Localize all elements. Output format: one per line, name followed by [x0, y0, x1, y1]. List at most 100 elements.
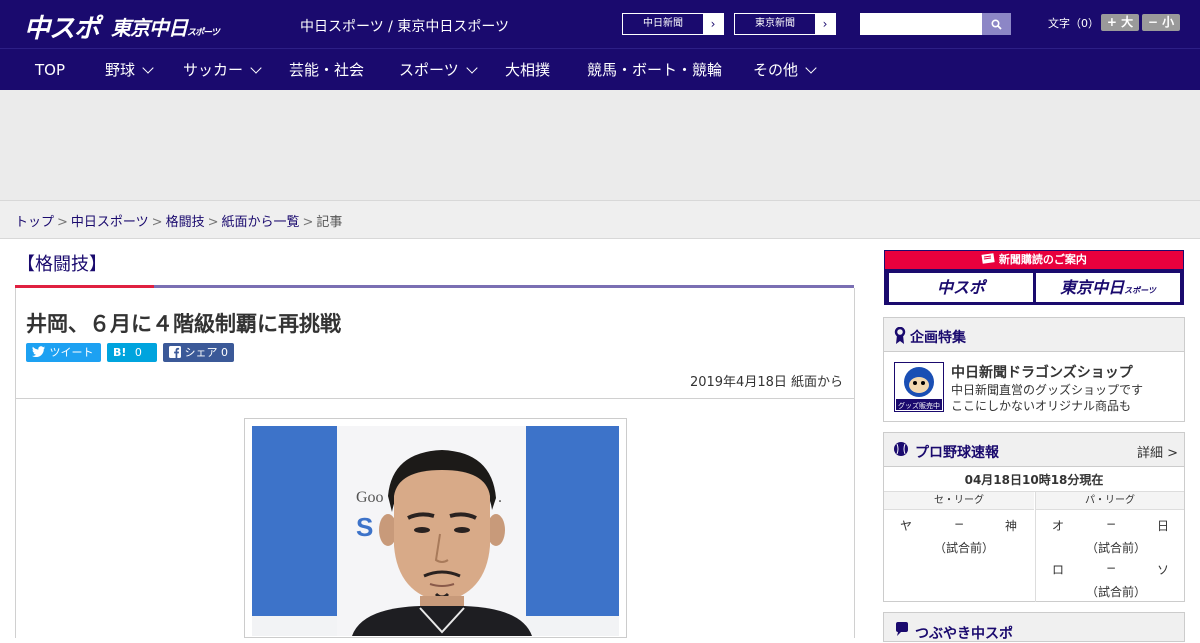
- central-game-score: −: [954, 517, 965, 531]
- dragons-shop-thumbnail[interactable]: グッズ販売中: [894, 362, 944, 412]
- nav-label: 大相撲: [505, 61, 551, 79]
- dragons-shop-desc-line1: 中日新聞直営のグッズショップです: [951, 383, 1144, 397]
- nav-item-entertainment[interactable]: 芸能・社会: [289, 49, 364, 91]
- pacific-game-2-away: ソ: [1157, 563, 1170, 577]
- nav-label: その他: [753, 61, 799, 79]
- tweet-button[interactable]: ツイート: [26, 343, 101, 362]
- facebook-share-label: シェア: [184, 346, 218, 359]
- baseball-scores-panel: プロ野球速報 詳細 > 04月18日10時18分現在 セ・リーグ パ・リーグ ヤ…: [883, 432, 1185, 602]
- breadcrumb-separator: >: [302, 215, 314, 230]
- search-input[interactable]: [860, 13, 982, 35]
- article-photo: Goo S .: [252, 426, 619, 636]
- dragons-shop-desc-line2: ここにしかないオリジナル商品も: [951, 399, 1132, 413]
- baseball-detail-link[interactable]: 詳細 >: [1137, 442, 1178, 461]
- pacific-game-1-status[interactable]: （試合前）: [1086, 539, 1146, 556]
- pacific-league-header: パ・リーグ: [1036, 492, 1184, 510]
- search-button[interactable]: [982, 13, 1011, 35]
- hatena-bookmark-button[interactable]: B! 0: [107, 343, 157, 362]
- subscribe-tokyo-main: 東京中日: [1060, 278, 1125, 297]
- twitter-bird-icon: [32, 346, 45, 358]
- league-divider: [1035, 492, 1036, 602]
- breadcrumb-bar: トップ > 中日スポーツ > 格闘技 > 紙面から一覧 > 記事: [0, 200, 1200, 239]
- breadcrumb-current: 記事: [316, 215, 343, 230]
- nav-label: サッカー: [183, 61, 244, 79]
- search-icon: [991, 18, 1002, 30]
- chuspo-logo[interactable]: 中スポ: [24, 8, 100, 45]
- central-league-header: セ・リーグ: [884, 492, 1034, 510]
- baseball-icon: [894, 442, 908, 456]
- pacific-game-2-status[interactable]: （試合前）: [1086, 583, 1146, 600]
- breadcrumb-link-martial-arts[interactable]: 格闘技: [166, 215, 205, 230]
- breadcrumb-link-chunichi-sports[interactable]: 中日スポーツ: [71, 215, 149, 230]
- pacific-game-2-home: ロ: [1052, 563, 1065, 577]
- chevron-right-icon: ›: [703, 14, 723, 34]
- article-category: 【格闘技】: [17, 254, 107, 275]
- breadcrumb: トップ > 中日スポーツ > 格闘技 > 紙面から一覧 > 記事: [15, 211, 342, 230]
- facebook-icon: [169, 346, 181, 358]
- chunichi-shimbun-link[interactable]: 中日新聞 ›: [622, 13, 724, 35]
- nav-item-other[interactable]: その他: [753, 49, 817, 91]
- article-dateline: 2019年4月18日 紙面から: [689, 375, 843, 390]
- tokyo-logo-main: 東京中日: [111, 16, 188, 40]
- thumb-caption: グッズ販売中: [898, 401, 940, 410]
- nav-item-racing[interactable]: 競馬・ボート・競輪: [587, 49, 722, 91]
- baseball-scores-header: プロ野球速報 詳細 >: [884, 433, 1184, 467]
- chevron-right-icon: ›: [815, 14, 835, 34]
- speech-bubble-icon: [896, 622, 908, 636]
- subscription-header-label: 新聞購読のご案内: [998, 253, 1087, 266]
- hatena-count: 0: [134, 346, 142, 359]
- main-nav: TOP 野球 サッカー 芸能・社会 スポーツ 大相撲 競馬・ボート・競輪 その他: [0, 48, 1200, 90]
- tweets-panel: つぶやき中スポ: [883, 612, 1185, 642]
- font-size-label: 文字（0）: [1048, 17, 1099, 30]
- facebook-share-button[interactable]: シェア 0: [163, 343, 234, 362]
- facebook-share-count: 0: [221, 346, 228, 359]
- boxer-portrait-image: Goo S .: [252, 426, 619, 636]
- divider: [15, 398, 855, 399]
- tokyo-chunichi-logo[interactable]: 東京中日スポーツ: [111, 12, 220, 41]
- pacific-game-2-score: −: [1106, 561, 1117, 575]
- tweet-label: ツイート: [49, 346, 94, 359]
- breadcrumb-separator: >: [57, 215, 68, 230]
- subscription-banner[interactable]: 新聞購読のご案内 中スポ 東京中日スポーツ: [884, 250, 1184, 305]
- nav-item-sports[interactable]: スポーツ: [399, 49, 478, 91]
- central-game-home: ヤ: [900, 519, 913, 533]
- font-size-increase-button[interactable]: + 大: [1101, 14, 1139, 31]
- backdrop-text: Goo: [356, 489, 384, 506]
- article-headline: 井岡、６月に４階級制覇に再挑戦: [26, 312, 341, 336]
- subscribe-tokyo-chunichi-button[interactable]: 東京中日スポーツ: [1036, 273, 1180, 302]
- chevron-down-icon: [805, 62, 817, 74]
- subscribe-chuspo-button[interactable]: 中スポ: [889, 273, 1033, 302]
- nav-item-baseball[interactable]: 野球: [105, 49, 154, 91]
- breadcrumb-separator: >: [151, 215, 163, 230]
- tweets-panel-title: つぶやき中スポ: [915, 626, 1013, 642]
- special-features-header: 企画特集: [884, 318, 1184, 352]
- breadcrumb-separator: >: [207, 215, 219, 230]
- nav-label: 芸能・社会: [289, 61, 365, 79]
- pacific-game-1-away: 日: [1157, 519, 1170, 533]
- subscription-header: 新聞購読のご案内: [885, 251, 1183, 269]
- nav-item-top[interactable]: TOP: [35, 49, 65, 91]
- chevron-down-icon: [466, 62, 478, 74]
- breadcrumb-link-paper-list[interactable]: 紙面から一覧: [222, 215, 300, 230]
- pacific-game-1-home: オ: [1052, 519, 1065, 533]
- tokyo-shimbun-label: 東京新聞: [755, 18, 795, 29]
- special-features-title: 企画特集: [910, 330, 966, 346]
- dragons-shop-description: 中日新聞直営のグッズショップです ここにしかないオリジナル商品も: [951, 382, 1143, 414]
- backdrop-sponsor: S: [356, 512, 373, 542]
- site-header: 中スポ 東京中日スポーツ 中日スポーツ / 東京中日スポーツ 中日新聞 › 東京…: [0, 0, 1200, 48]
- newspaper-icon: [981, 253, 995, 264]
- dragons-shop-link[interactable]: 中日新聞ドラゴンズショップ: [951, 362, 1133, 382]
- chevron-down-icon: [250, 62, 262, 74]
- nav-label: TOP: [35, 61, 66, 79]
- nav-item-soccer[interactable]: サッカー: [183, 49, 262, 91]
- nav-label: 競馬・ボート・競輪: [587, 61, 723, 79]
- font-size-decrease-button[interactable]: − 小: [1142, 14, 1180, 31]
- nav-item-sumo[interactable]: 大相撲: [505, 49, 550, 91]
- baseball-scores-title: プロ野球速報: [915, 445, 999, 461]
- site-name: 中日スポーツ / 東京中日スポーツ: [300, 19, 510, 35]
- central-game-status[interactable]: （試合前）: [934, 539, 994, 556]
- chevron-down-icon: [142, 62, 154, 74]
- breadcrumb-link-top[interactable]: トップ: [15, 215, 54, 230]
- tokyo-shimbun-link[interactable]: 東京新聞 ›: [734, 13, 836, 35]
- score-timestamp: 04月18日10時18分現在: [884, 468, 1184, 492]
